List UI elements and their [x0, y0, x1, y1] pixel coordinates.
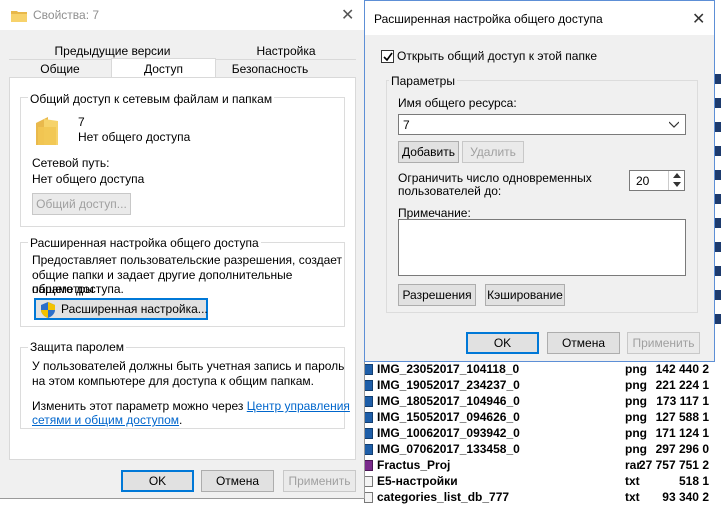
- change-setting-text: Изменить этот параметр можно через Центр…: [32, 399, 350, 413]
- list-fragment: [715, 98, 721, 108]
- folder-icon: [36, 117, 58, 145]
- list-item[interactable]: IMG_07062017_133458_0 png 297 296 0: [363, 442, 721, 458]
- archive-file-icon: [364, 460, 373, 471]
- change-setting-text-2: сетями и общим доступом.: [32, 413, 183, 427]
- remove-button[interactable]: Удалить: [462, 141, 524, 163]
- checkmark-icon: [383, 52, 393, 62]
- list-fragment: [715, 314, 721, 324]
- image-file-icon: [364, 364, 373, 375]
- list-fragment: [715, 242, 721, 252]
- advanced-sharing-button[interactable]: Расширенная настройка...: [34, 298, 208, 320]
- network-path-value: Нет общего доступа: [32, 172, 145, 186]
- cancel-button[interactable]: Отмена: [201, 470, 274, 492]
- text-file-icon: [364, 492, 373, 503]
- share-button[interactable]: Общий доступ...: [32, 193, 131, 215]
- list-item[interactable]: IMG_19052017_234237_0 png 221 224 1: [363, 378, 721, 394]
- properties-window: Свойства: 7 ✕ Предыдущие версии Настройк…: [0, 0, 365, 499]
- image-file-icon: [364, 428, 373, 439]
- close-icon[interactable]: ✕: [341, 5, 354, 25]
- image-file-icon: [364, 380, 373, 391]
- close-icon[interactable]: ✕: [692, 9, 705, 29]
- stepper-arrows[interactable]: [668, 171, 685, 190]
- folder-icon: [11, 11, 27, 22]
- stepper-up-icon[interactable]: [673, 173, 681, 178]
- permissions-button[interactable]: Разрешения: [398, 284, 476, 306]
- advanced-sharing-button-label: Расширенная настройка...: [61, 302, 208, 316]
- list-fragment: [715, 194, 721, 204]
- tab-sharing[interactable]: Доступ: [111, 58, 216, 78]
- share-name-value: 7: [403, 118, 410, 132]
- share-folder-checkbox[interactable]: [381, 50, 394, 63]
- list-fragment: [715, 122, 721, 132]
- list-item[interactable]: IMG_10062017_093942_0 png 171 124 1: [363, 426, 721, 442]
- advanced-sharing-desc-3: общего доступа.: [32, 282, 124, 296]
- list-fragment: [715, 74, 721, 84]
- advanced-sharing-title: Расширенная настройка общего доступа: [374, 12, 603, 26]
- uac-shield-icon: [41, 302, 55, 318]
- network-center-link-2[interactable]: сетями и общим доступом: [32, 413, 179, 427]
- list-fragment: [715, 146, 721, 156]
- list-fragment: [715, 290, 721, 300]
- share-status: Нет общего доступа: [78, 130, 191, 144]
- note-textarea[interactable]: [398, 219, 686, 276]
- network-center-link[interactable]: Центр управления: [247, 399, 350, 413]
- caching-button[interactable]: Кэширование: [485, 284, 565, 306]
- sharing-tab-page: Общий доступ к сетевым файлам и папкам 7…: [9, 77, 356, 460]
- stepper-down-icon[interactable]: [673, 182, 681, 187]
- share-folder-name: 7: [78, 115, 85, 129]
- user-limit-label-1: Ограничить число одновременных: [398, 171, 592, 185]
- dialog-ok-button[interactable]: OK: [466, 332, 539, 354]
- note-label: Примечание:: [398, 206, 471, 220]
- parameters-legend: Параметры: [389, 74, 457, 88]
- user-limit-value: 20: [636, 174, 650, 188]
- list-fragment: [715, 218, 721, 228]
- password-desc-2: на этом компьютере для доступа к общим п…: [32, 374, 315, 388]
- share-name-dropdown[interactable]: 7: [398, 114, 686, 135]
- tab-general[interactable]: Общие: [9, 62, 111, 78]
- advanced-sharing-desc-1: Предоставляет пользовательские разрешени…: [32, 253, 343, 267]
- list-item[interactable]: IMG_15052017_094626_0 png 127 588 1: [363, 410, 721, 426]
- text-file-icon: [364, 476, 373, 487]
- ok-button[interactable]: OK: [121, 470, 194, 492]
- list-fragment: [715, 266, 721, 276]
- user-limit-label-2: пользователей до:: [398, 184, 502, 198]
- share-folder-checkbox-label[interactable]: Открыть общий доступ к этой папке: [397, 49, 597, 63]
- properties-titlebar: Свойства: 7 ✕: [0, 0, 364, 30]
- apply-button[interactable]: Применить: [283, 470, 356, 492]
- list-fragment: [715, 170, 721, 180]
- list-item[interactable]: IMG_23052017_104118_0 png 142 440 2: [363, 362, 721, 378]
- image-file-icon: [364, 412, 373, 423]
- image-file-icon: [364, 444, 373, 455]
- add-button[interactable]: Добавить: [398, 141, 459, 163]
- image-file-icon: [364, 396, 373, 407]
- network-path-label: Сетевой путь:: [32, 156, 110, 170]
- password-protection-legend: Защита паролем: [28, 340, 127, 354]
- advanced-sharing-legend: Расширенная настройка общего доступа: [28, 236, 261, 250]
- chevron-down-icon: [669, 121, 679, 128]
- advanced-sharing-dialog: Расширенная настройка общего доступа ✕ О…: [364, 0, 715, 362]
- list-item[interactable]: E5-настройки txt 518 1: [363, 474, 721, 490]
- password-desc-1: У пользователей должны быть учетная запи…: [32, 359, 345, 373]
- user-limit-stepper[interactable]: 20: [629, 170, 685, 191]
- share-name-label: Имя общего ресурса:: [398, 96, 517, 110]
- dialog-cancel-button[interactable]: Отмена: [547, 332, 620, 354]
- properties-title: Свойства: 7: [33, 8, 100, 22]
- list-item[interactable]: IMG_18052017_104946_0 png 173 117 1: [363, 394, 721, 410]
- tab-settings[interactable]: Настройка: [216, 44, 356, 60]
- network-sharing-legend: Общий доступ к сетевым файлам и папкам: [28, 92, 275, 106]
- list-item[interactable]: categories_list_db_777 txt 93 340 2: [363, 490, 721, 506]
- advanced-sharing-titlebar: Расширенная настройка общего доступа ✕: [365, 1, 714, 35]
- dialog-apply-button[interactable]: Применить: [627, 332, 700, 354]
- list-item[interactable]: Fractus_Proj rar 27 757 751 2: [363, 458, 721, 474]
- tab-security[interactable]: Безопасность: [216, 62, 324, 78]
